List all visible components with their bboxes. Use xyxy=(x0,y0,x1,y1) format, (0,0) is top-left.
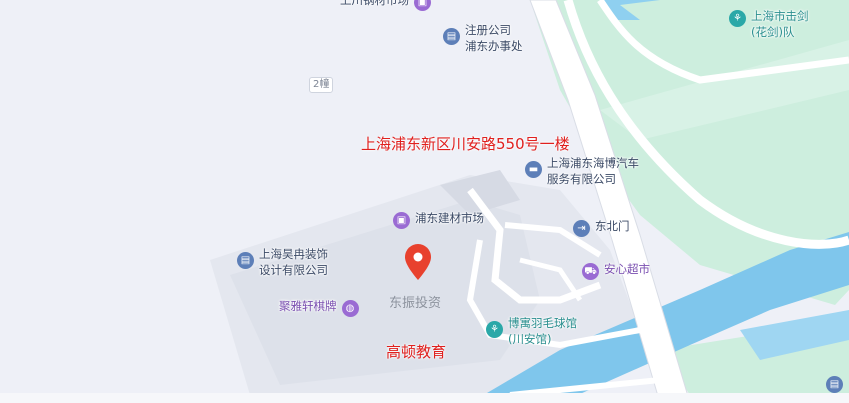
poi-label: 安心超市 xyxy=(604,262,650,276)
poi-label-line2: (花剑)队 xyxy=(751,25,795,39)
building-number-label: 2幢 xyxy=(309,77,334,93)
poi-chess-club[interactable]: 聚雅轩棋牌 ◍ xyxy=(279,298,359,317)
shopping-bag-icon: ▣ xyxy=(414,0,431,11)
poi-north-east-gate[interactable]: ⇥ 东北门 xyxy=(573,218,630,237)
poi-unnamed-bottom-right[interactable]: ▤ xyxy=(826,374,843,393)
poi-supermarket[interactable]: ⛟ 安心超市 xyxy=(582,261,650,280)
poi-market-top[interactable]: 上川钢材市场 ▣ xyxy=(340,0,431,11)
shopping-bag-icon: ▣ xyxy=(393,212,410,229)
poi-building-materials-market[interactable]: ▣ 浦东建材市场 xyxy=(393,210,484,229)
poi-label: 浦东建材市场 xyxy=(415,211,484,225)
sports-icon: ⚘ xyxy=(729,10,746,27)
poi-label: 上川钢材市场 xyxy=(340,0,409,7)
sports-icon: ⚘ xyxy=(486,321,503,338)
poi-badminton-hall[interactable]: ⚘ 博寓羽毛球馆 (川安馆) xyxy=(486,315,577,347)
office-building-icon: ▤ xyxy=(237,252,254,269)
poi-label-line1: 注册公司 xyxy=(465,23,511,37)
marker-label: 东振投资 xyxy=(389,296,442,311)
poi-label: 聚雅轩棋牌 xyxy=(279,299,337,313)
poi-label-line1: 博寓羽毛球馆 xyxy=(508,316,577,330)
poi-auto-service[interactable]: ▬ 上海浦东海博汽车 服务有限公司 xyxy=(525,155,639,187)
map-view[interactable]: 上川钢材市场 ▣ ▤ 注册公司 浦东办事处 ⚘ 上海市击剑 (花剑)队 2幢 上… xyxy=(0,0,849,403)
address-label: 上海浦东新区川安路550号一楼 xyxy=(361,135,570,153)
poi-label: 东北门 xyxy=(595,219,630,233)
poi-label-line1: 上海市击剑 xyxy=(751,9,809,23)
poi-label-line2: (川安馆) xyxy=(508,332,552,346)
poi-fencing-team[interactable]: ⚘ 上海市击剑 (花剑)队 xyxy=(729,8,809,40)
office-building-icon: ▤ xyxy=(443,28,460,45)
poi-label-line1: 上海浦东海博汽车 xyxy=(547,156,639,170)
building-block xyxy=(230,200,540,385)
cart-icon: ⛟ xyxy=(582,263,599,280)
poi-label-line2: 浦东办事处 xyxy=(465,39,523,53)
poi-registration-office[interactable]: ▤ 注册公司 浦东办事处 xyxy=(443,22,523,54)
school-label: 高顿教育 xyxy=(386,343,447,361)
bottom-bar xyxy=(0,393,849,403)
poi-label-line2: 设计有限公司 xyxy=(259,263,328,277)
poi-decoration-company[interactable]: ▤ 上海昊冉装饰 设计有限公司 xyxy=(237,246,328,278)
poi-label-line1: 上海昊冉装饰 xyxy=(259,247,328,261)
office-building-icon: ▤ xyxy=(826,376,843,393)
poi-label-line2: 服务有限公司 xyxy=(547,172,616,186)
car-icon: ▬ xyxy=(525,161,542,178)
game-icon: ◍ xyxy=(341,300,359,317)
gate-icon: ⇥ xyxy=(573,220,590,237)
